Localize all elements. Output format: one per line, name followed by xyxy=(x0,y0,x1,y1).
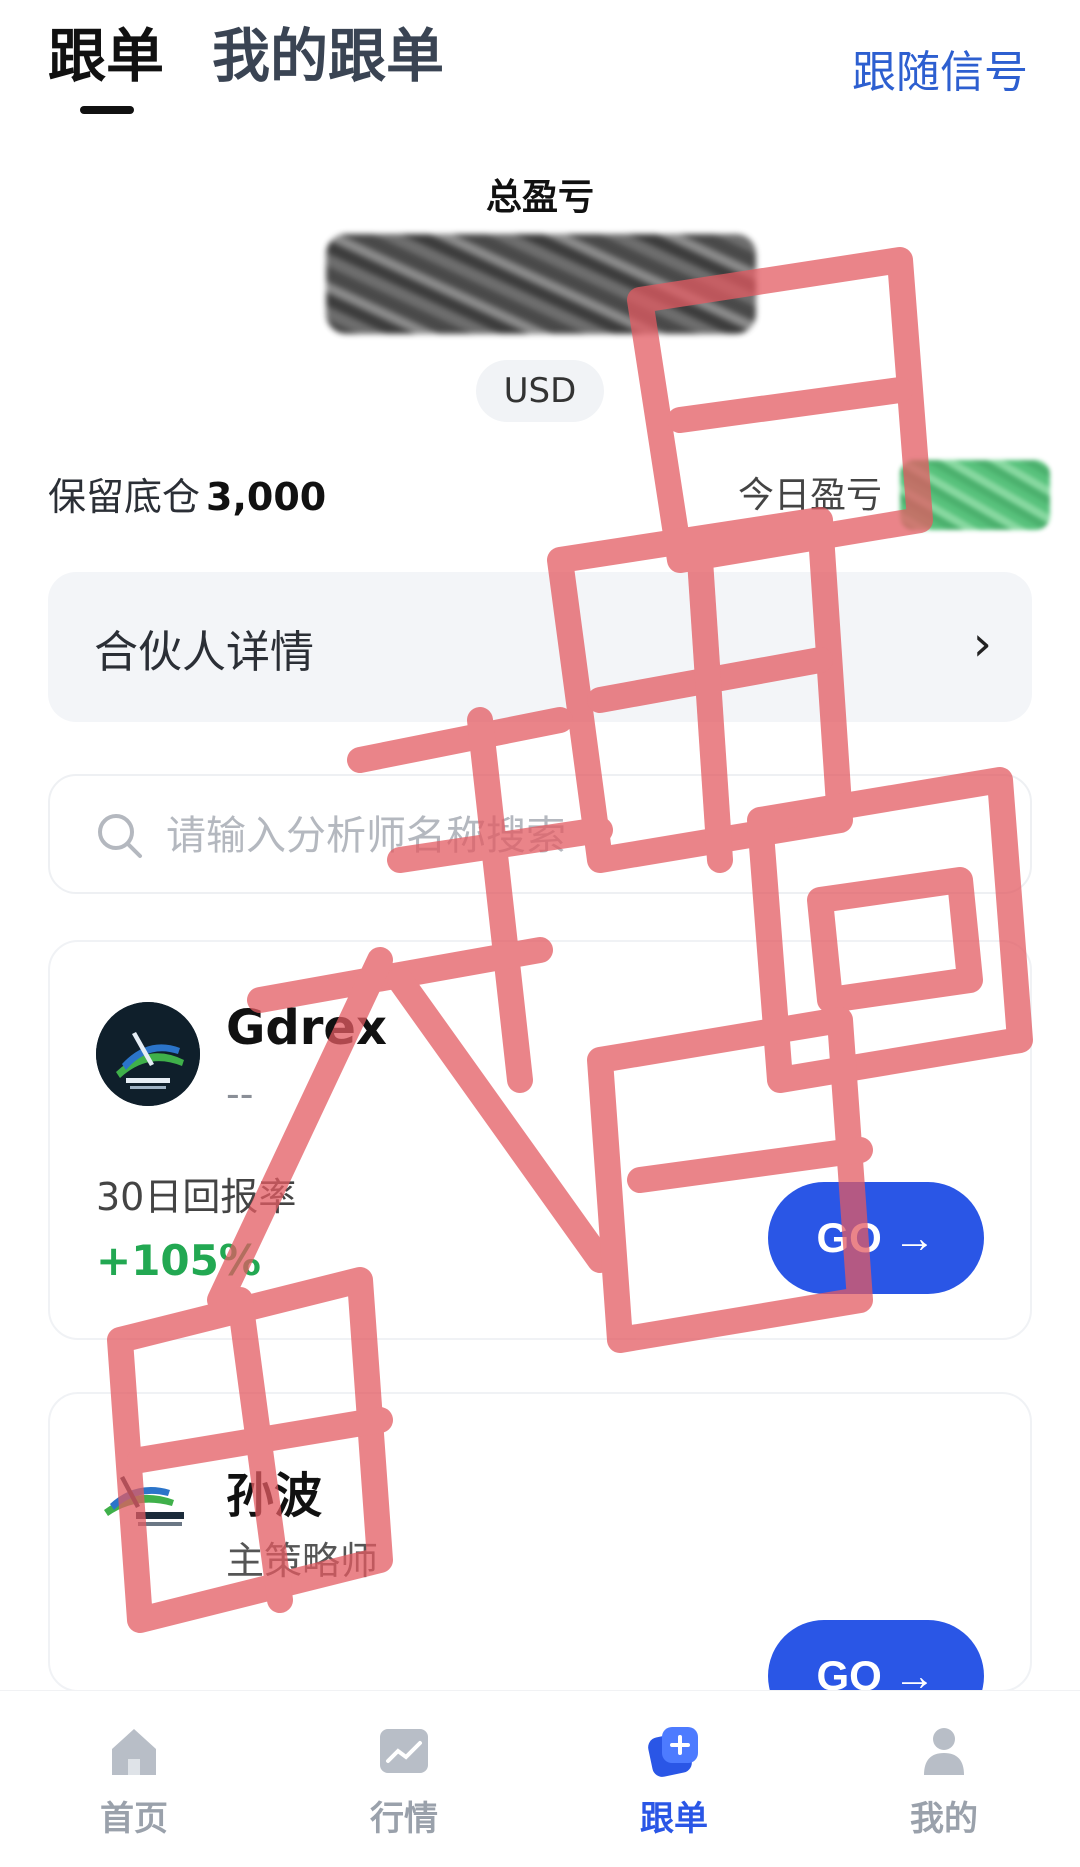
partner-details-row[interactable]: 合伙人详情 › xyxy=(48,572,1032,722)
trader-subtitle: 主策略师 xyxy=(226,1539,379,1583)
company-logo-icon xyxy=(96,1002,200,1106)
nav-label-copy-trade: 跟单 xyxy=(640,1799,708,1839)
search-bar[interactable] xyxy=(48,774,1032,894)
trader-subtitle: -- xyxy=(226,1072,254,1116)
bottom-navigation: 首页 行情 跟单 我的 xyxy=(0,1690,1080,1867)
return-30d-label: 30日回报率 xyxy=(96,1175,297,1219)
market-chart-icon xyxy=(380,1729,428,1773)
tab-copy-trade[interactable]: 跟单 xyxy=(48,20,164,92)
go-button[interactable]: GO → xyxy=(768,1620,984,1690)
tab-my-copy-trades[interactable]: 我的跟单 xyxy=(212,20,444,92)
total-pnl-value-redacted xyxy=(326,234,756,334)
reserve-label: 保留底仓 xyxy=(48,475,201,519)
nav-item-market[interactable]: 行情 xyxy=(314,1721,494,1840)
user-icon xyxy=(924,1728,964,1775)
active-tab-indicator xyxy=(80,106,134,114)
nav-item-mine[interactable]: 我的 xyxy=(854,1721,1034,1840)
search-icon xyxy=(98,814,142,858)
nav-label-market: 行情 xyxy=(370,1799,438,1839)
header: 跟单 我的跟单 跟随信号 xyxy=(0,0,1080,130)
trader-name: Gdrex xyxy=(226,1000,387,1056)
follow-signal-link[interactable]: 跟随信号 xyxy=(852,36,1028,100)
nav-label-mine: 我的 xyxy=(910,1799,978,1839)
copy-trade-icon xyxy=(648,1727,698,1777)
trader-avatar-logo xyxy=(96,1002,200,1106)
today-pnl-label: 今日盈亏 xyxy=(738,475,883,516)
trader-name: 孙波 xyxy=(226,1468,323,1524)
nav-label-home: 首页 xyxy=(100,1799,168,1839)
search-input[interactable] xyxy=(166,806,986,866)
nav-item-copy-trade[interactable]: 跟单 xyxy=(584,1721,764,1840)
today-pnl-value-redacted xyxy=(900,460,1050,530)
currency-badge[interactable]: USD xyxy=(476,360,604,422)
partner-details-label: 合伙人详情 xyxy=(94,627,314,678)
chevron-right-icon: › xyxy=(972,616,992,672)
nav-item-home[interactable]: 首页 xyxy=(44,1721,224,1840)
company-logo-icon xyxy=(104,1476,184,1526)
go-button[interactable]: GO → xyxy=(768,1182,984,1294)
reserve-position: 保留底仓 3,000 xyxy=(48,466,326,521)
reserve-value: 3,000 xyxy=(206,475,327,519)
trader-card[interactable]: 孙波 主策略师 GO → xyxy=(48,1392,1032,1692)
home-icon xyxy=(112,1729,156,1775)
return-30d-value: +105% xyxy=(96,1236,261,1285)
trader-card[interactable]: Gdrex -- 30日回报率 +105% GO → xyxy=(48,940,1032,1340)
total-pnl-label: 总盈亏 xyxy=(485,177,594,218)
